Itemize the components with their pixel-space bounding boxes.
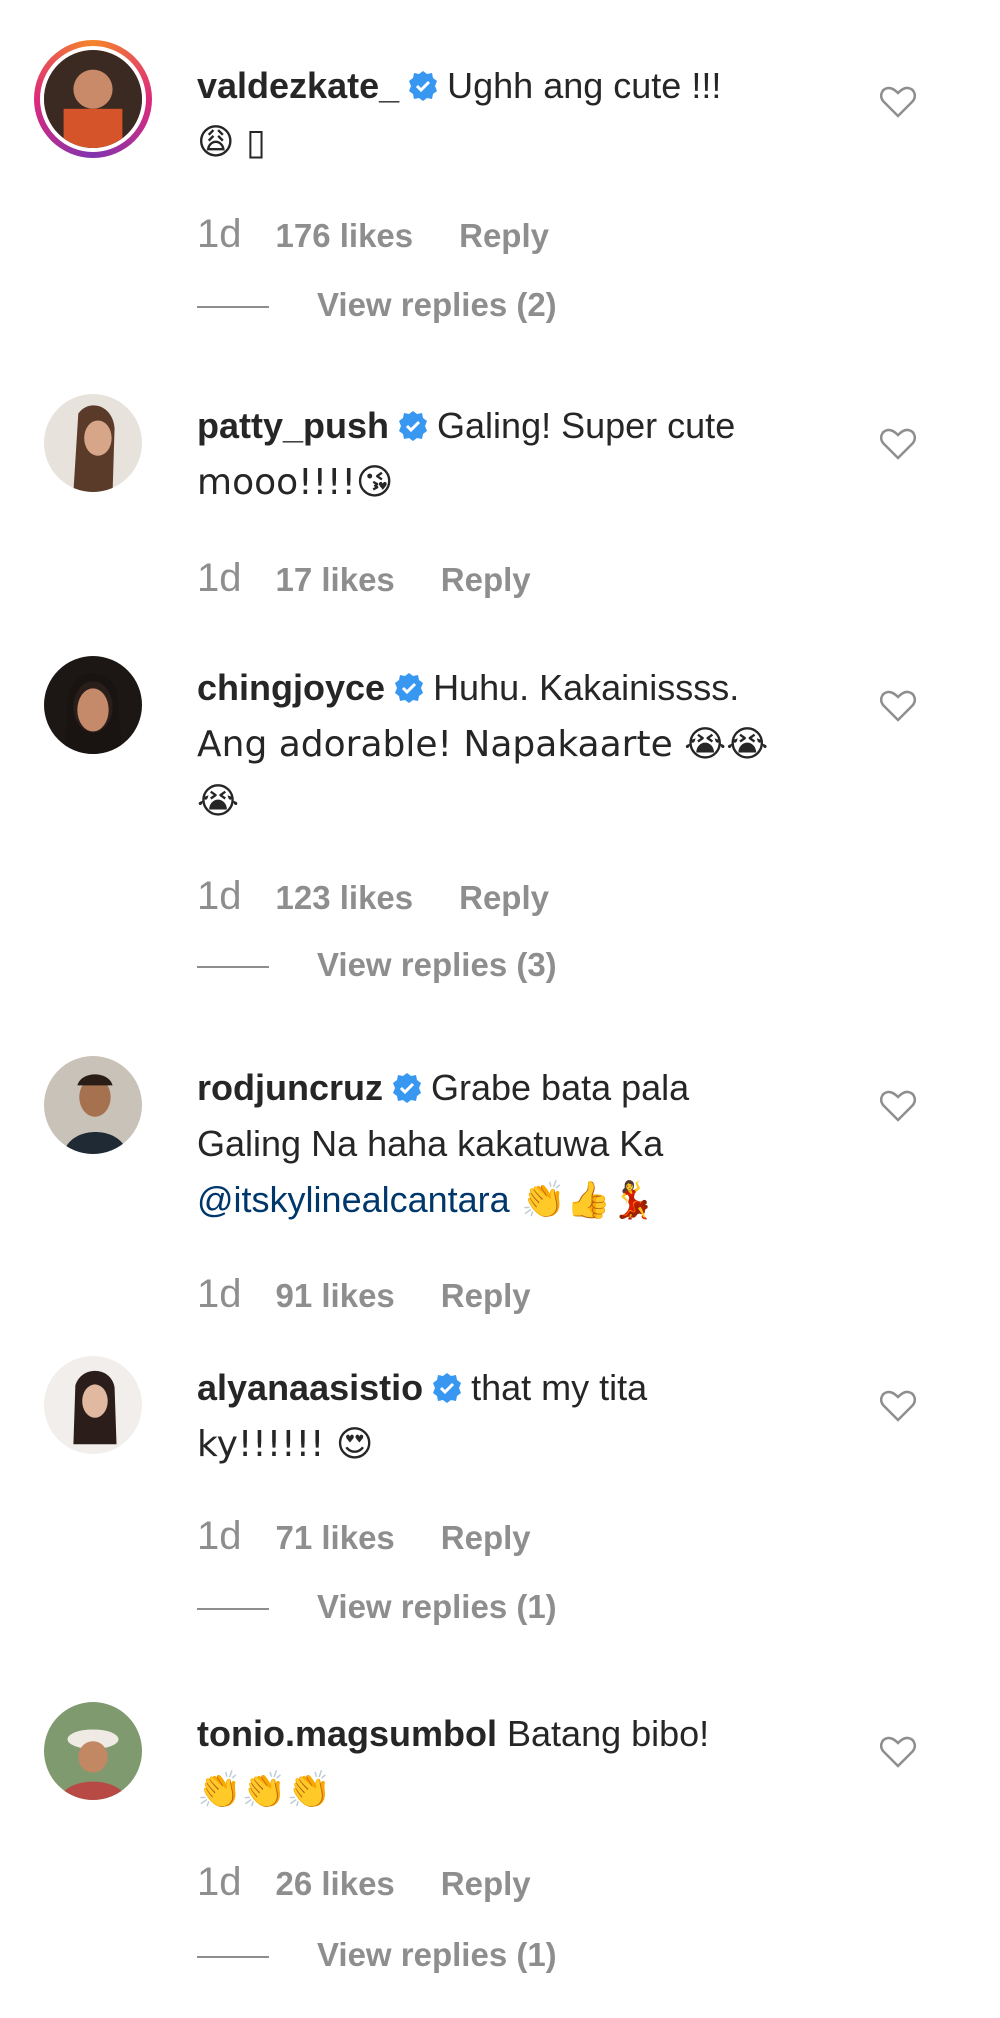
like-heart-icon[interactable]	[878, 424, 918, 464]
view-replies-button[interactable]: View replies (2)	[197, 286, 557, 324]
comment-body-line2: Galing Na haha kakatuwa Ka	[197, 1123, 664, 1164]
timestamp: 1d	[197, 556, 242, 600]
view-replies-button[interactable]: View replies (3)	[197, 946, 557, 984]
reply-button[interactable]: Reply	[441, 1277, 531, 1314]
verified-badge-icon	[391, 1072, 423, 1104]
comment-meta: 1d 71 likes Reply	[197, 1514, 531, 1559]
timestamp: 1d	[197, 1272, 242, 1316]
comment-body: Batang bibo!	[507, 1713, 710, 1754]
username-link[interactable]: valdezkate_	[197, 65, 399, 106]
likes-count[interactable]: 123 likes	[276, 879, 414, 916]
view-replies-button[interactable]: View replies (1)	[197, 1936, 557, 1974]
mention-link[interactable]: @itskylinealcantara	[197, 1179, 510, 1220]
comment-text: chingjoyce Huhu. Kakainissss. Ang adorabl…	[197, 660, 837, 830]
comment-body-line2: 👏👏👏	[197, 1770, 332, 1811]
timestamp: 1d	[197, 212, 242, 256]
reply-button[interactable]: Reply	[459, 217, 549, 254]
verified-badge-icon	[393, 672, 425, 704]
timestamp: 1d	[197, 874, 242, 918]
comment-text: patty_push Galing! Super cute mooo!!!!😘	[197, 398, 837, 511]
comment-body-line2: mooo!!!!😘	[197, 462, 394, 503]
likes-count[interactable]: 17 likes	[276, 561, 395, 598]
comment-body-line3: 😭	[197, 781, 240, 822]
view-replies-button[interactable]: View replies (1)	[197, 1588, 557, 1626]
username-link[interactable]: chingjoyce	[197, 667, 385, 708]
avatar[interactable]	[44, 1056, 142, 1154]
avatar[interactable]	[44, 1356, 142, 1454]
like-heart-icon[interactable]	[878, 1086, 918, 1126]
comment-meta: 1d 176 likes Reply	[197, 212, 549, 257]
avatar[interactable]	[44, 1702, 142, 1800]
comment-body-line2: ky!!!!!! 😍	[197, 1424, 374, 1465]
comment-body: Ughh ang cute !!!	[447, 65, 722, 106]
divider	[197, 966, 269, 969]
verified-badge-icon	[407, 70, 439, 102]
verified-badge-icon	[397, 410, 429, 442]
view-replies-label[interactable]: View replies (1)	[317, 1588, 557, 1625]
comment-meta: 1d 91 likes Reply	[197, 1272, 531, 1317]
username-link[interactable]: alyanaasistio	[197, 1367, 423, 1408]
comment-meta: 1d 17 likes Reply	[197, 556, 531, 601]
avatar[interactable]	[44, 394, 142, 492]
comment-emoji: 👏👍💃	[509, 1180, 656, 1221]
username-link[interactable]: rodjuncruz	[197, 1067, 383, 1108]
reply-button[interactable]: Reply	[441, 1519, 531, 1556]
timestamp: 1d	[197, 1860, 242, 1904]
like-heart-icon[interactable]	[878, 1732, 918, 1772]
view-replies-label[interactable]: View replies (2)	[317, 286, 557, 323]
divider	[197, 306, 269, 309]
comment-text: valdezkate_ Ughh ang cute !!! 😩 ▯	[197, 58, 837, 171]
divider	[197, 1608, 269, 1611]
like-heart-icon[interactable]	[878, 686, 918, 726]
like-heart-icon[interactable]	[878, 1386, 918, 1426]
comment-text: tonio.magsumbol Batang bibo! 👏👏👏	[197, 1706, 837, 1819]
comment-text: rodjuncruz Grabe bata pala Galing Na haha…	[197, 1060, 837, 1229]
view-replies-label[interactable]: View replies (3)	[317, 946, 557, 983]
username-link[interactable]: tonio.magsumbol	[197, 1713, 497, 1754]
comment-body: Grabe bata pala	[431, 1067, 690, 1108]
view-replies-label[interactable]: View replies (1)	[317, 1936, 557, 1973]
avatar[interactable]	[34, 40, 152, 158]
likes-count[interactable]: 71 likes	[276, 1519, 395, 1556]
likes-count[interactable]: 176 likes	[276, 217, 414, 254]
likes-count[interactable]: 26 likes	[276, 1865, 395, 1902]
comment-meta: 1d 123 likes Reply	[197, 874, 549, 919]
username-link[interactable]: patty_push	[197, 405, 389, 446]
likes-count[interactable]: 91 likes	[276, 1277, 395, 1314]
comment-text: alyanaasistio that my tita ky!!!!!! 😍	[197, 1360, 837, 1473]
comment-meta: 1d 26 likes Reply	[197, 1860, 531, 1905]
comment-body-line2: 😩 ▯	[197, 122, 266, 163]
comment-body: Huhu. Kakainissss.	[433, 667, 740, 708]
comment-body: that my tita	[471, 1367, 648, 1408]
reply-button[interactable]: Reply	[441, 561, 531, 598]
avatar[interactable]	[44, 656, 142, 754]
divider	[197, 1956, 269, 1959]
reply-button[interactable]: Reply	[441, 1865, 531, 1902]
like-heart-icon[interactable]	[878, 82, 918, 122]
reply-button[interactable]: Reply	[459, 879, 549, 916]
timestamp: 1d	[197, 1514, 242, 1558]
comment-body-line2: Ang adorable! Napakaarte 😭😭	[197, 724, 769, 765]
verified-badge-icon	[431, 1372, 463, 1404]
comment-body: Galing! Super cute	[437, 405, 736, 446]
